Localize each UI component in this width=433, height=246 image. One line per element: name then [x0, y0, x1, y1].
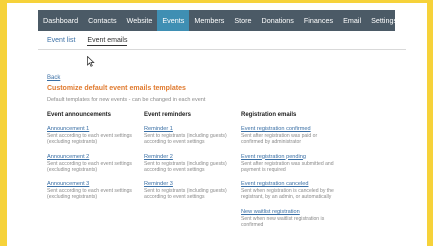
list-item: Event registration canceled Sent when re…	[241, 181, 336, 201]
nav-item-settings[interactable]: Settings	[366, 10, 402, 31]
template-link-reminder-3[interactable]: Reminder 3	[144, 181, 239, 187]
template-description: Sent when new waitlist registration is c…	[241, 215, 325, 229]
tab-event-emails[interactable]: Event emails	[87, 37, 128, 46]
template-link-reminder-1[interactable]: Reminder 1	[144, 126, 239, 132]
column-heading: Event reminders	[144, 112, 192, 118]
template-description: Sent to registrants (including guests) a…	[144, 188, 227, 201]
column-heading: Event announcements	[47, 112, 112, 118]
template-link-registration-canceled[interactable]: Event registration canceled	[241, 181, 336, 187]
frame-border-left	[0, 0, 7, 246]
divider	[38, 49, 406, 50]
list-item: Reminder 2 Sent to registrants (includin…	[144, 154, 239, 174]
template-link-registration-confirmed[interactable]: Event registration confirmed	[241, 126, 336, 132]
nav-item-members[interactable]: Members	[189, 10, 229, 31]
nav-item-website[interactable]: Website	[122, 10, 158, 31]
template-description: Sent according to each event settings (e…	[47, 160, 132, 173]
subtabs: Event list Event emails	[47, 37, 128, 46]
nav-item-store[interactable]: Store	[229, 10, 256, 31]
list-item: Reminder 1 Sent to registrants (includin…	[144, 126, 239, 146]
template-description: Sent according to each event settings (e…	[47, 188, 132, 201]
mouse-cursor-icon	[87, 56, 95, 67]
page-subtitle: Default templates for new events - can b…	[47, 97, 206, 103]
template-description: Sent to registrants (including guests) a…	[144, 133, 227, 146]
template-link-announcement-1[interactable]: Announcement 1	[47, 126, 142, 132]
tab-event-list[interactable]: Event list	[47, 37, 75, 46]
nav-item-email[interactable]: Email	[338, 10, 366, 31]
nav-item-donations[interactable]: Donations	[257, 10, 299, 31]
nav-item-events[interactable]: Events	[157, 10, 190, 31]
template-description: Sent after registration was paid or conf…	[241, 133, 318, 146]
main-nav: Dashboard Contacts Website Events Member…	[38, 10, 397, 31]
column-event-reminders: Event reminders Reminder 1 Sent to regis…	[144, 112, 239, 209]
template-link-reminder-2[interactable]: Reminder 2	[144, 154, 239, 160]
nav-item-finances[interactable]: Finances	[299, 10, 338, 31]
column-heading: Registration emails	[241, 112, 297, 118]
template-description: Sent when registration is canceled by th…	[241, 188, 334, 201]
template-link-announcement-3[interactable]: Announcement 3	[47, 181, 142, 187]
list-item: Reminder 3 Sent to registrants (includin…	[144, 181, 239, 201]
template-link-announcement-2[interactable]: Announcement 2	[47, 154, 142, 160]
nav-item-contacts[interactable]: Contacts	[83, 10, 121, 31]
page-title: Customize default event emails templates	[47, 85, 186, 92]
list-item: Announcement 1 Sent according to each ev…	[47, 126, 142, 146]
back-link[interactable]: Back	[47, 75, 60, 81]
template-link-registration-pending[interactable]: Event registration pending	[241, 154, 336, 160]
frame-border-right	[427, 0, 433, 246]
list-item: New waitlist registration Sent when new …	[241, 209, 336, 229]
list-item: Announcement 3 Sent according to each ev…	[47, 181, 142, 201]
template-description: Sent to registrants (including guests) a…	[144, 160, 227, 173]
template-description: Sent after registration was submitted an…	[241, 160, 334, 173]
template-link-waitlist-registration[interactable]: New waitlist registration	[241, 209, 336, 215]
nav-item-dashboard[interactable]: Dashboard	[38, 10, 83, 31]
column-registration-emails: Registration emails Event registration c…	[241, 112, 336, 236]
column-event-announcements: Event announcements Announcement 1 Sent …	[47, 112, 142, 209]
list-item: Announcement 2 Sent according to each ev…	[47, 154, 142, 174]
list-item: Event registration confirmed Sent after …	[241, 126, 336, 146]
template-description: Sent according to each event settings (e…	[47, 133, 132, 146]
list-item: Event registration pending Sent after re…	[241, 154, 336, 174]
